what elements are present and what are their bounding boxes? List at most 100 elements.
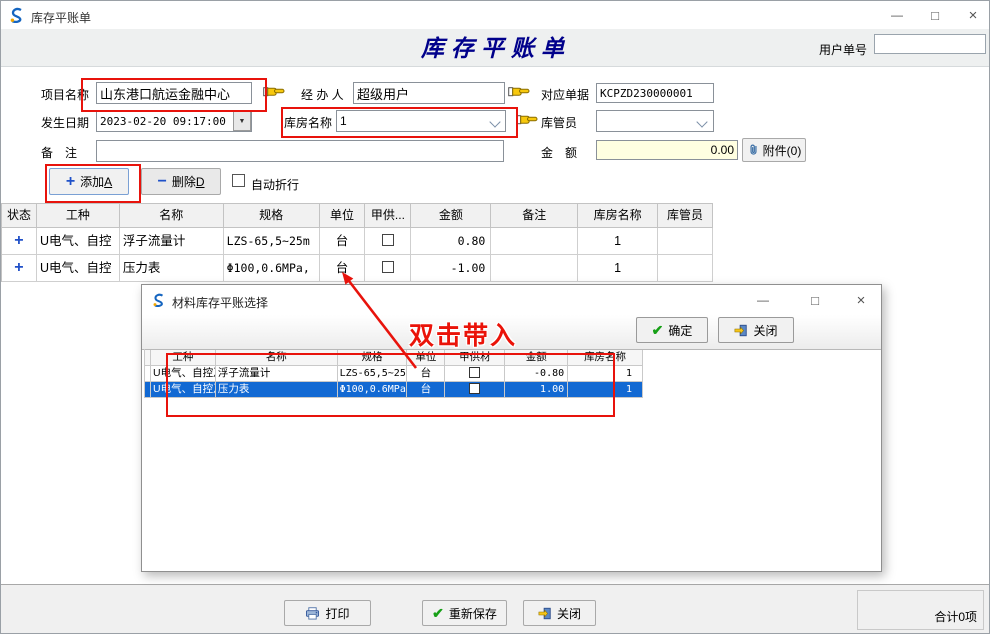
doc-input[interactable] [596,83,714,103]
project-input[interactable] [96,82,252,104]
maximize-button[interactable]: □ [917,1,953,29]
minimize-icon: — [757,293,769,307]
exit-door-icon [734,324,748,337]
warehouse-picker-hand-icon[interactable] [516,112,538,127]
footer-close-button[interactable]: 关闭 [523,600,596,626]
supplied-checkbox[interactable] [469,367,480,378]
supplied-checkbox[interactable] [469,383,480,394]
warehouse-label: 库房名称 [284,114,332,131]
row-status-plus-icon: + [14,232,23,249]
attachment-button[interactable]: 附件(0) [742,138,806,162]
delete-button[interactable]: − 删除D [141,168,221,195]
col-header-unit[interactable]: 单位 [320,204,366,228]
col-header-amount[interactable]: 金额 [411,204,491,228]
col-header-type[interactable]: 工种 [37,204,120,228]
dlg-col-name[interactable]: 名称 [216,350,338,366]
app-logo-icon [9,7,25,23]
user-no-input[interactable] [874,34,986,54]
dialog-title: 材料库存平账选择 [172,294,268,311]
col-header-spec[interactable]: 规格 [224,204,320,228]
dialog-maximize-button[interactable]: □ [797,286,833,314]
project-picker-hand-icon[interactable] [263,84,285,99]
autowrap-label: 自动折行 [251,176,299,193]
minimize-button[interactable]: — [879,1,915,29]
main-table-header-row: 状态 工种 名称 规格 单位 甲供... 金额 备注 库房名称 库管员 [2,204,713,228]
handler-picker-hand-icon[interactable] [508,84,530,99]
inventory-balance-window: 库存平账单 — □ × 库存平账单 用户单号 项目名称 经 办 人 对应单据 发… [0,0,990,634]
exit-door-icon [538,607,552,620]
amount-input[interactable] [596,140,738,160]
row-status-plus-icon: + [14,259,23,276]
double-click-hint-text: 双击带入 [409,316,517,352]
list-item-selected[interactable]: U电气、自控及 压力表 Φ100,0.6MPa 台 1.00 1 [145,382,643,398]
keeper-label: 库管员 [541,114,577,131]
resave-label: 重新保存 [449,605,497,622]
dlg-col-warehouse[interactable]: 库房名称 [568,350,643,366]
printer-icon [305,607,320,620]
col-header-status[interactable]: 状态 [2,204,37,228]
supplied-checkbox[interactable] [382,261,394,273]
col-header-keeper[interactable]: 库管员 [658,204,713,228]
dialog-table-header-row: 工种 名称 规格 单位 甲供材 金额 库房名称 [145,349,643,366]
check-icon: ✔ [652,323,664,337]
add-button[interactable]: + 添加A [49,168,129,195]
remark-label: 备 注 [41,144,77,161]
remark-input[interactable] [96,140,504,162]
window-title: 库存平账单 [31,9,91,26]
footer-close-label: 关闭 [557,605,581,622]
minimize-icon: — [891,8,903,22]
total-count: 合计0项 [934,608,977,625]
maximize-icon: □ [931,8,939,23]
col-header-remark[interactable]: 备注 [491,204,578,228]
autowrap-checkbox[interactable] [232,174,245,187]
dlg-col-spec[interactable]: 规格 [338,350,408,366]
amount-label: 金 额 [541,144,577,161]
dlg-col-supplied[interactable]: 甲供材 [445,350,505,366]
dlg-col-amount[interactable]: 金额 [505,350,568,366]
dialog-minimize-button[interactable]: — [745,286,781,314]
dropdown-arrow-icon: ▼ [239,118,246,125]
table-row[interactable]: + U电气、自控 压力表 Φ100,0.6MPa, 台 -1.00 1 [2,255,713,282]
warehouse-combo[interactable] [336,110,506,132]
print-button[interactable]: 打印 [284,600,371,626]
col-header-warehouse[interactable]: 库房名称 [578,204,658,228]
dialog-close-label: 关闭 [753,322,777,339]
delete-button-label: 删除D [172,173,205,190]
resave-button[interactable]: ✔ 重新保存 [422,600,507,626]
dialog-ok-label: 确定 [668,322,692,339]
dialog-titlebar: 材料库存平账选择 — □ × [142,285,881,315]
total-panel: 合计0项 [857,590,984,630]
main-items-table: 状态 工种 名称 规格 单位 甲供... 金额 备注 库房名称 库管员 + U电… [1,203,713,282]
dialog-close-action-button[interactable]: 关闭 [718,317,794,343]
date-label: 发生日期 [41,114,89,131]
dialog-ok-button[interactable]: ✔ 确定 [636,317,708,343]
attachment-label: 附件(0) [763,142,802,159]
add-plus-icon: + [66,175,75,189]
dlg-col-unit[interactable]: 单位 [407,350,445,366]
check-icon: ✔ [432,606,444,620]
doc-label: 对应单据 [541,86,589,103]
add-button-label: 添加A [80,173,112,190]
close-button[interactable]: × [955,1,990,29]
window-titlebar: 库存平账单 — □ × [1,1,990,29]
close-icon: × [857,292,866,309]
dialog-logo-icon [152,293,166,312]
col-header-supplied[interactable]: 甲供... [365,204,411,228]
dialog-close-button[interactable]: × [843,286,879,314]
supplied-checkbox[interactable] [382,234,394,246]
maximize-icon: □ [811,293,819,308]
date-input[interactable] [96,110,252,132]
list-item[interactable]: U电气、自控及 浮子流量计 LZS-65,5~25m³ 台 -0.80 1 [145,366,643,382]
project-label: 项目名称 [41,86,89,103]
dlg-col-type[interactable]: 工种 [151,350,216,366]
paperclip-icon [747,143,760,157]
date-dropdown-button[interactable]: ▼ [233,111,251,131]
handler-label: 经 办 人 [301,86,344,103]
handler-input[interactable] [353,82,505,104]
user-no-label: 用户单号 [819,41,867,58]
col-header-name[interactable]: 名称 [120,204,224,228]
delete-minus-icon: − [157,175,166,189]
table-row[interactable]: + U电气、自控 浮子流量计 LZS-65,5~25m 台 0.80 1 [2,228,713,255]
close-icon: × [969,7,978,24]
dialog-items-table: 工种 名称 规格 单位 甲供材 金额 库房名称 U电气、自控及 浮子流量计 LZ… [144,349,643,398]
